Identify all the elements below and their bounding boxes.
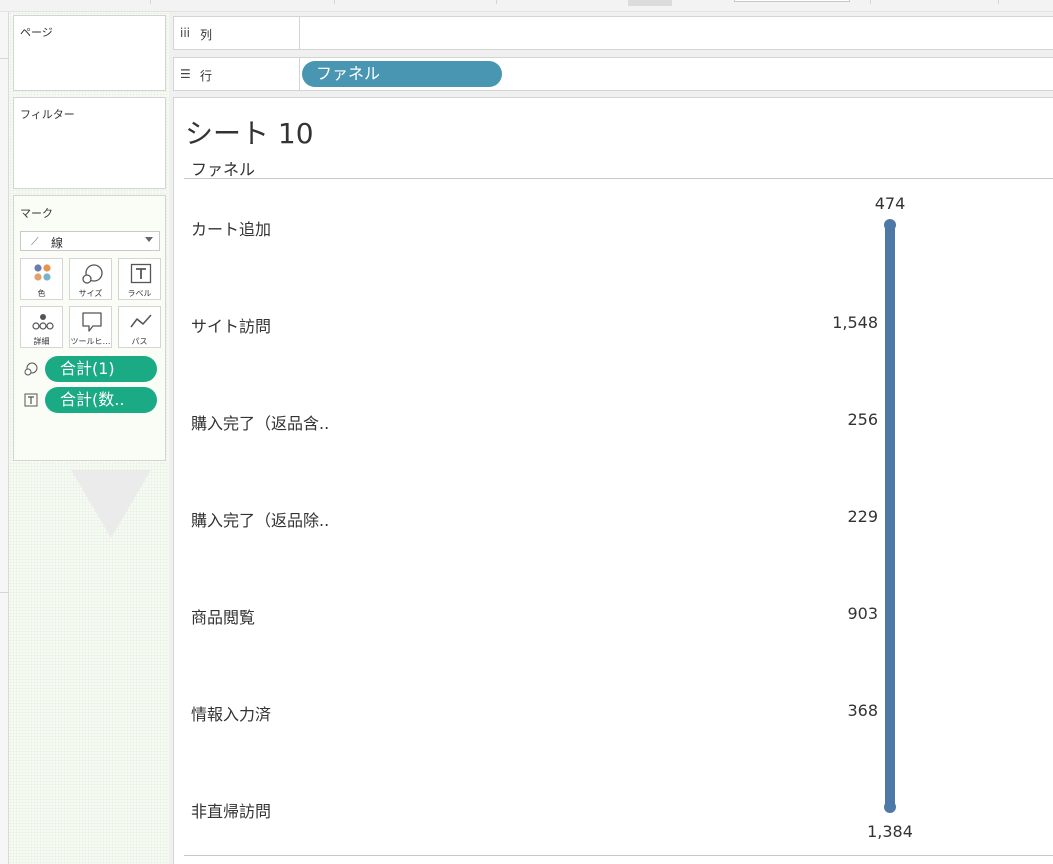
size-measure-pill[interactable]: 合計(1) <box>45 356 157 382</box>
toolbar-divider <box>870 0 871 4</box>
toolbar-dropdown[interactable] <box>734 0 850 2</box>
columns-shelf[interactable]: iii 列 <box>173 16 1053 50</box>
toolbar-divider <box>998 0 999 4</box>
toolbar-divider <box>150 0 151 4</box>
path-button-label: パス <box>131 337 148 346</box>
columns-icon: iii <box>180 26 191 40</box>
mark-type-value: 線 <box>51 236 64 250</box>
size-icon <box>82 264 103 284</box>
tooltip-icon <box>82 312 102 332</box>
tooltip-button[interactable]: ツールヒ… <box>69 306 112 348</box>
pages-shelf[interactable]: ページ <box>13 15 166 91</box>
data-point[interactable] <box>884 801 896 813</box>
data-label: 1,384 <box>867 822 913 841</box>
label-icon <box>24 393 38 407</box>
rows-shelf[interactable]: ☰ 行 ファネル <box>173 57 1053 91</box>
rows-icon: ☰ <box>180 67 191 81</box>
data-point[interactable] <box>885 414 895 424</box>
color-button-label: 色 <box>37 289 46 298</box>
marks-card: マーク ⟋ 線 色 サイズ ラベル 詳細 ツールヒ… パス 合計(1) 合計(数… <box>13 195 166 461</box>
toolbar-divider <box>334 0 335 4</box>
data-label: 229 <box>847 507 878 526</box>
data-label: 368 <box>847 701 878 720</box>
size-button[interactable]: サイズ <box>69 258 112 300</box>
data-point[interactable] <box>884 219 896 231</box>
color-button[interactable]: 色 <box>20 258 63 300</box>
size-icon <box>24 362 38 376</box>
columns-shelf-label: iii 列 <box>174 17 300 49</box>
filters-shelf[interactable]: フィルター <box>13 97 166 189</box>
shelves-column: ページ フィルター マーク ⟋ 線 色 サイズ ラベル 詳細 ツールヒ… パス … <box>9 12 169 864</box>
label-button[interactable]: ラベル <box>118 258 161 300</box>
label-measure-pill[interactable]: 合計(数.. <box>45 387 157 413</box>
data-label: 474 <box>875 194 906 213</box>
rows-label-text: 行 <box>200 69 213 83</box>
rows-dimension-pill[interactable]: ファネル <box>302 61 502 87</box>
text-label-icon <box>130 263 152 284</box>
tableau-workspace: ページ フィルター マーク ⟋ 線 色 サイズ ラベル 詳細 ツールヒ… パス … <box>0 0 1053 864</box>
data-label: 1,548 <box>832 313 878 332</box>
data-label: 256 <box>847 410 878 429</box>
detail-button-label: 詳細 <box>33 337 50 346</box>
tooltip-button-label: ツールヒ… <box>70 337 111 346</box>
divider <box>0 592 9 593</box>
data-point[interactable] <box>885 608 895 618</box>
path-icon <box>130 314 152 328</box>
data-point[interactable] <box>885 511 895 521</box>
funnel-line-chart: 474 1,548 256 229 903 368 1,384 <box>832 194 913 841</box>
toolbar-strip <box>0 0 1053 12</box>
label-button-label: ラベル <box>127 289 152 298</box>
path-button[interactable]: パス <box>118 306 161 348</box>
data-label: 903 <box>847 604 878 623</box>
divider <box>0 58 9 59</box>
chevron-down-icon <box>145 237 153 242</box>
data-point[interactable] <box>885 317 895 327</box>
mark-type-dropdown[interactable]: ⟋ 線 <box>20 231 160 251</box>
color-icon <box>34 264 51 281</box>
rows-shelf-label: ☰ 行 <box>174 58 300 90</box>
filters-shelf-title: フィルター <box>20 108 75 121</box>
data-point[interactable] <box>885 705 895 715</box>
detail-button[interactable]: 詳細 <box>20 306 63 348</box>
columns-label-text: 列 <box>200 28 213 42</box>
size-button-label: サイズ <box>78 289 103 298</box>
data-pane-edge[interactable] <box>0 12 9 864</box>
detail-icon <box>32 314 54 330</box>
worksheet-view: シート 10 ファネル カート追加 サイト訪問 購入完了（返品含.. 購入完了（返品除… <box>173 97 1053 864</box>
line-mark-icon: ⟋ <box>31 235 39 248</box>
toolbar-divider <box>496 0 497 4</box>
background-shape <box>71 470 151 538</box>
active-toolbar-tab[interactable] <box>628 0 672 6</box>
marks-card-title: マーク <box>20 207 53 220</box>
pages-shelf-title: ページ <box>20 26 53 39</box>
